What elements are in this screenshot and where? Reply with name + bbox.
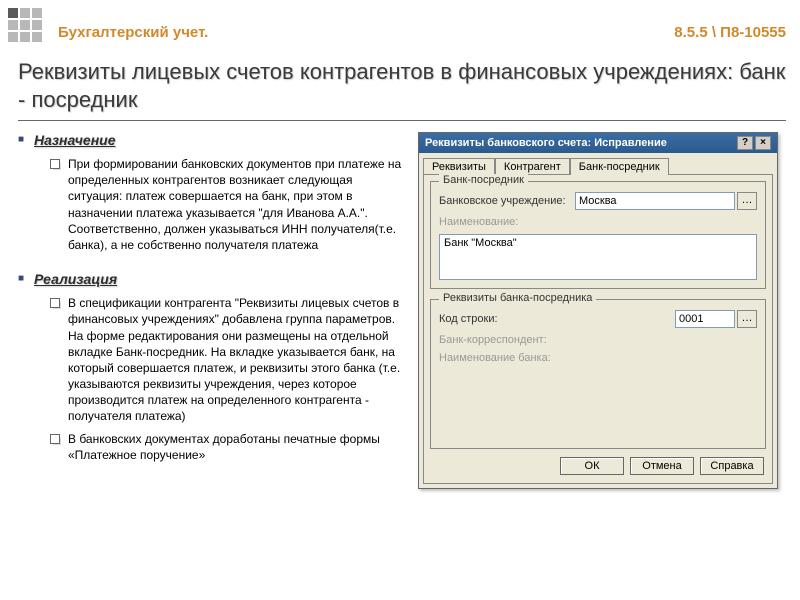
section-heading-purpose: Назначение	[34, 132, 116, 148]
dialog-title-text: Реквизиты банковского счета: Исправление	[425, 137, 667, 149]
input-kod-stroki[interactable]	[675, 310, 735, 328]
label-bank-uchrezhdenie: Банковское учреждение:	[439, 195, 569, 207]
groupbox-label-1: Банк-посредник	[439, 174, 528, 186]
realization-item-1: В спецификации контрагента "Реквизиты ли…	[68, 295, 406, 425]
ok-button[interactable]: ОК	[560, 457, 624, 475]
title-divider	[18, 120, 786, 121]
close-icon[interactable]: ×	[755, 136, 771, 150]
group-rekvizity-posrednika: Реквизиты банка-посредника Код строки: ……	[430, 299, 766, 449]
cancel-button[interactable]: Отмена	[630, 457, 694, 475]
corner-decoration	[8, 8, 42, 42]
help-button[interactable]: Справка	[700, 457, 764, 475]
purpose-text: При формировании банковских документов п…	[68, 156, 406, 253]
label-kod-stroki: Код строки:	[439, 313, 569, 325]
tab-rekvizity[interactable]: Реквизиты	[423, 158, 495, 175]
textarea-naimenovanie[interactable]: Банк "Москва"	[439, 234, 757, 280]
tab-kontragent[interactable]: Контрагент	[495, 158, 570, 175]
text-column: Назначение При формировании банковских д…	[18, 132, 406, 489]
lookup-button-kod[interactable]: …	[737, 310, 757, 328]
help-icon[interactable]: ?	[737, 136, 753, 150]
dialog-button-bar: ОК Отмена Справка	[560, 457, 764, 475]
label-naimenovanie-banka: Наименование банка:	[439, 352, 569, 364]
header-left: Бухгалтерский учет.	[58, 24, 208, 41]
slide-header: Бухгалтерский учет. 8.5.5 \ П8-10555	[58, 24, 786, 41]
dialog-tabs: Реквизиты Контрагент Банк-посредник	[419, 153, 777, 174]
lookup-button-bank[interactable]: …	[737, 192, 757, 210]
label-bank-korrespondent: Банк-корреспондент:	[439, 334, 569, 346]
dialog-window: Реквизиты банковского счета: Исправление…	[418, 132, 778, 489]
realization-item-2: В банковских документах доработаны печат…	[68, 431, 406, 463]
groupbox-label-2: Реквизиты банка-посредника	[439, 292, 596, 304]
page-title: Реквизиты лицевых счетов контрагентов в …	[18, 58, 786, 113]
group-bank-posrednik: Банк-посредник Банковское учреждение: … …	[430, 181, 766, 289]
section-heading-realization: Реализация	[34, 271, 117, 287]
label-naimenovanie: Наименование:	[439, 216, 569, 228]
content-area: Назначение При формировании банковских д…	[18, 132, 786, 489]
dialog-titlebar[interactable]: Реквизиты банковского счета: Исправление…	[419, 133, 777, 153]
input-bank-uchrezhdenie[interactable]	[575, 192, 735, 210]
tab-panel: Банк-посредник Банковское учреждение: … …	[423, 174, 773, 484]
header-right: 8.5.5 \ П8-10555	[674, 24, 786, 41]
tab-bank-posrednik[interactable]: Банк-посредник	[570, 158, 669, 175]
